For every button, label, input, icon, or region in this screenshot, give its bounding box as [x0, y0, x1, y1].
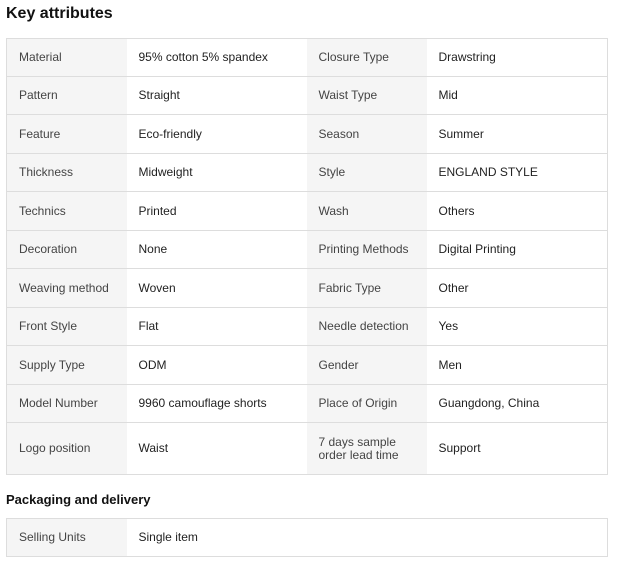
attr-label-gender: Gender [306, 345, 427, 385]
attr-value-logo-position: Waist [126, 422, 307, 475]
attr-value-pattern: Straight [126, 76, 307, 115]
attr-value-feature: Eco-friendly [126, 114, 307, 154]
attribute-row: Selling Units Single item [6, 518, 609, 557]
key-attributes-table: Material 95% cotton 5% spandex Closure Typ… [6, 38, 608, 475]
attr-label-feature: Feature [6, 114, 127, 154]
attr-value-waist-type: Mid [426, 76, 608, 115]
packaging-title: Packaging and delivery [6, 492, 151, 507]
attr-value-decoration: None [126, 230, 307, 269]
attribute-row: Material 95% cotton 5% spandex Closure Typ… [6, 38, 608, 77]
attr-label-style: Style [306, 153, 427, 192]
attr-label-place-of-origin: Place of Origin [306, 384, 427, 423]
attr-value-fabric-type: Other [426, 268, 608, 308]
attr-label-decoration: Decoration [6, 230, 127, 269]
attr-label-needle-detection: Needle detection [306, 307, 427, 346]
attr-label-7-days-sample-order-lead-time: 7 days sample order lead time [306, 422, 427, 475]
attr-label-thickness: Thickness [6, 153, 127, 192]
key-attributes-title: Key attributes [6, 5, 113, 22]
attr-value-7-days-sample-order-lead-time: Support [426, 422, 608, 475]
attr-label-model-number: Model Number [6, 384, 127, 423]
attr-label-supply-type: Supply Type [6, 345, 127, 385]
attr-label-weaving-method: Weaving method [6, 268, 127, 308]
attribute-row: Feature Eco-friendly Season Summer [6, 114, 608, 154]
attribute-row: Weaving method Woven Fabric Type Other [6, 268, 608, 308]
attr-value-model-number: 9960 camouflage shorts [126, 384, 307, 423]
attr-label-wash: Wash [306, 191, 427, 231]
attribute-row: Front Style Flat Needle detection Yes [6, 307, 608, 346]
attr-label-technics: Technics [6, 191, 127, 231]
attr-label-closure-type: Closure Type [306, 38, 427, 77]
attribute-row: Logo position Waist 7 days sample order le… [6, 422, 608, 475]
attr-label-season: Season [306, 114, 427, 154]
attr-value-needle-detection: Yes [426, 307, 608, 346]
packaging-table: Selling Units Single item [6, 518, 609, 557]
attr-label-pattern: Pattern [6, 76, 127, 115]
attr-label-logo-position: Logo position [6, 422, 127, 475]
attr-label-printing-methods: Printing Methods [306, 230, 427, 269]
attribute-row: Supply Type ODM Gender Men [6, 345, 608, 385]
attr-label-selling-units: Selling Units [6, 518, 127, 557]
attr-label-waist-type: Waist Type [306, 76, 427, 115]
attr-value-material: 95% cotton 5% spandex [126, 38, 307, 77]
attribute-row: Technics Printed Wash Others [6, 191, 608, 231]
attr-value-thickness: Midweight [126, 153, 307, 192]
attr-value-gender: Men [426, 345, 608, 385]
attribute-row: Pattern Straight Waist Type Mid [6, 76, 608, 115]
attr-value-style: ENGLAND STYLE [426, 153, 608, 192]
attr-value-wash: Others [426, 191, 608, 231]
attr-value-closure-type: Drawstring [426, 38, 608, 77]
attr-value-weaving-method: Woven [126, 268, 307, 308]
attribute-row: Thickness Midweight Style ENGLAND STYLE [6, 153, 608, 192]
attribute-row: Model Number 9960 camouflage shorts Place … [6, 384, 608, 423]
attr-value-supply-type: ODM [126, 345, 307, 385]
attr-value-place-of-origin: Guangdong, China [426, 384, 608, 423]
attr-value-season: Summer [426, 114, 608, 154]
attr-value-technics: Printed [126, 191, 307, 231]
attr-value-printing-methods: Digital Printing [426, 230, 608, 269]
attr-label-material: Material [6, 38, 127, 77]
attr-label-front-style: Front Style [6, 307, 127, 346]
attribute-row: Decoration None Printing Methods Digital Pr… [6, 230, 608, 269]
attr-label-fabric-type: Fabric Type [306, 268, 427, 308]
attr-value-front-style: Flat [126, 307, 307, 346]
attr-value-selling-units: Single item [126, 518, 609, 557]
